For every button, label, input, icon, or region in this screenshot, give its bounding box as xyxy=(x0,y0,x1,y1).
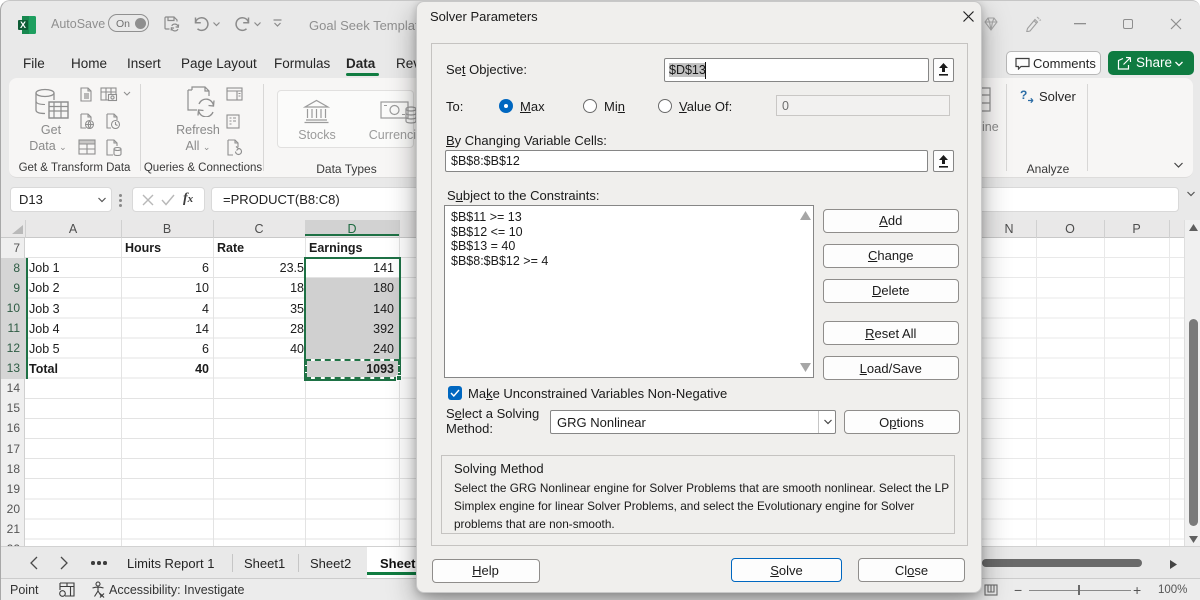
svg-text:X: X xyxy=(20,20,26,30)
svg-text:?: ? xyxy=(1020,88,1027,102)
